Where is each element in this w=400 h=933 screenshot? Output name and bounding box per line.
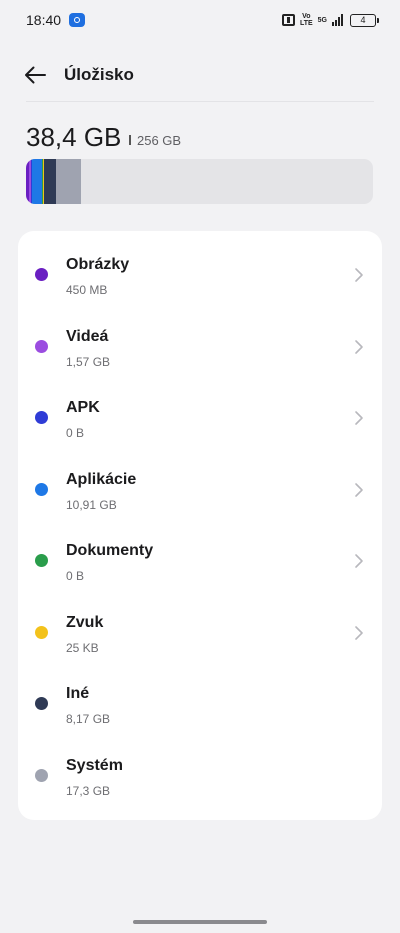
app-header: Úložisko [0, 54, 400, 96]
volte-top-text: Vo [302, 13, 311, 20]
category-color-dot [35, 411, 48, 424]
volte-icon: Vo LTE [300, 13, 313, 27]
status-time: 18:40 [26, 12, 62, 28]
chevron-right-icon [355, 554, 363, 568]
battery-icon: 4 [350, 13, 379, 27]
navigation-handle[interactable] [133, 920, 267, 924]
storage-usage-bar [26, 159, 373, 204]
header-divider [26, 101, 374, 102]
category-title: APK [66, 399, 100, 416]
category-size: 25 KB [66, 640, 99, 655]
category-title: Videá [66, 327, 109, 345]
status-bar: 18:40 Vo LTE 5G 4 [0, 0, 400, 40]
category-color-dot [35, 482, 48, 496]
list-item[interactable]: Aplikácie 10,91 GB [18, 446, 382, 517]
category-color-dot [35, 768, 48, 782]
category-title: Zvuk [66, 613, 104, 631]
list-item[interactable]: Dokumenty 0 B [18, 517, 382, 588]
storage-segment-iné [44, 159, 56, 204]
storage-separator [129, 135, 131, 145]
back-button[interactable] [22, 63, 48, 87]
category-color-dot [35, 339, 48, 353]
network-gen-text: 5G [317, 16, 327, 24]
list-item[interactable]: Iné 8,17 GB [18, 660, 382, 731]
nfc-icon [281, 14, 295, 26]
category-color-dot [35, 268, 48, 281]
volte-bottom-text: LTE [299, 20, 313, 27]
category-color-dot [35, 554, 48, 567]
category-title: Iné [66, 685, 90, 702]
chevron-right-icon [355, 411, 363, 425]
notification-icon [69, 13, 86, 27]
list-item[interactable]: Videá 1,57 GB [18, 303, 382, 374]
list-item[interactable]: Systém 17,3 GB [18, 732, 382, 803]
category-size: 17,3 GB [66, 783, 111, 798]
category-title: Dokumenty [66, 542, 154, 559]
status-indicators: Vo LTE 5G 4 [281, 13, 379, 27]
category-color-dot [35, 697, 48, 710]
network-gen-icon: 5G [318, 17, 327, 24]
storage-total: 256 GB [137, 133, 182, 148]
chevron-right-icon [355, 339, 363, 354]
chevron-right-icon [355, 625, 363, 640]
category-title: Systém [66, 756, 123, 774]
category-size: 1,57 GB [66, 354, 111, 369]
storage-segment-aplikácie [32, 159, 42, 204]
list-item[interactable]: Obrázky 450 MB [18, 231, 382, 302]
category-size: 450 MB [66, 283, 108, 297]
category-size: 0 B [66, 426, 85, 440]
chevron-right-icon [355, 482, 363, 497]
storage-segment-systém [56, 159, 81, 204]
arrow-left-icon [25, 66, 46, 84]
page-title: Úložisko [64, 65, 134, 84]
category-color-dot [35, 625, 48, 639]
list-item[interactable]: APK 0 B [18, 374, 382, 445]
list-item[interactable]: Zvuk 25 KB [18, 589, 382, 660]
signal-icon [332, 14, 343, 26]
battery-level: 4 [360, 15, 366, 25]
category-size: 8,17 GB [66, 712, 111, 726]
category-size: 10,91 GB [66, 497, 117, 512]
category-size: 0 B [66, 569, 85, 583]
storage-category-list: Obrázky 450 MB Videá 1,57 GB APK 0 B Aplikácie… [18, 231, 382, 820]
storage-used: 38,4 GB [26, 122, 122, 152]
category-title: Obrázky [66, 256, 130, 273]
chevron-right-icon [355, 268, 363, 282]
category-title: Aplikácie [66, 470, 137, 488]
